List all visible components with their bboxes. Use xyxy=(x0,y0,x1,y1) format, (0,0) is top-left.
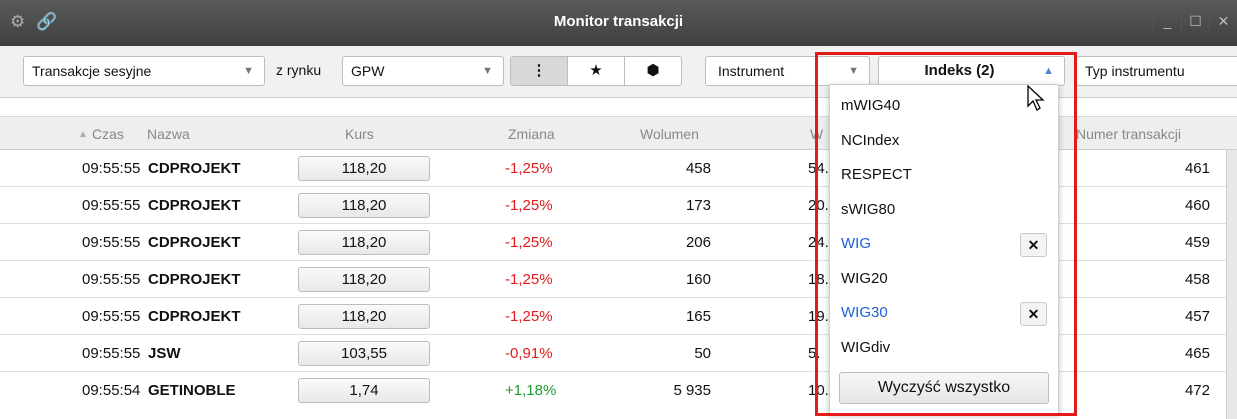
remove-icon[interactable]: ✕ xyxy=(1020,233,1047,257)
vertical-scrollbar[interactable] xyxy=(1226,150,1237,419)
price-button[interactable]: 118,20 xyxy=(298,230,430,255)
col-zmiana[interactable]: Zmiana xyxy=(508,126,555,142)
close-icon[interactable]: ✕ xyxy=(1209,8,1237,34)
maximize-icon[interactable]: ☐ xyxy=(1181,8,1209,34)
index-dropdown: mWIG40 NCIndex RESPECT sWIG80 WIG ✕ WIG2… xyxy=(829,84,1059,414)
window-title: Monitor transakcji xyxy=(553,13,684,30)
mouse-cursor-icon xyxy=(1027,85,1045,111)
price-button[interactable]: 103,55 xyxy=(298,341,430,366)
clear-all-button[interactable]: Wyczyść wszystko xyxy=(839,372,1049,404)
market-select[interactable]: GPW ▼ xyxy=(342,56,504,86)
star-icon[interactable]: ★ xyxy=(567,57,624,85)
price-button[interactable]: 118,20 xyxy=(298,156,430,181)
col-numer[interactable]: Numer transakcji xyxy=(1076,126,1181,142)
menu-dots-icon[interactable]: ⋮ xyxy=(511,57,567,85)
minimize-icon[interactable]: _ xyxy=(1153,8,1181,34)
chevron-down-icon: ▼ xyxy=(243,65,254,77)
index-option-selected[interactable]: WIG xyxy=(841,235,871,252)
window-controls: _ ☐ ✕ xyxy=(1153,8,1237,34)
index-filter[interactable]: Indeks (2) ▲ xyxy=(878,56,1065,86)
sort-asc-icon[interactable]: ▲ xyxy=(78,129,88,140)
chevron-down-icon: ▼ xyxy=(848,65,859,77)
col-kurs[interactable]: Kurs xyxy=(345,126,374,142)
market-label: z rynku xyxy=(276,62,322,78)
index-option[interactable]: WIGdiv xyxy=(841,339,890,356)
remove-icon[interactable]: ✕ xyxy=(1020,302,1047,326)
index-option[interactable]: RESPECT xyxy=(841,166,912,183)
type-filter[interactable]: Typ instrumentu xyxy=(1076,56,1237,86)
instrument-filter[interactable]: Instrument ▼ xyxy=(705,56,870,86)
index-option[interactable]: WIG20 xyxy=(841,270,888,287)
cubes-icon[interactable]: ⬢ xyxy=(624,57,681,85)
index-option[interactable]: mWIG40 xyxy=(841,97,900,114)
col-wartosc[interactable]: W xyxy=(810,126,823,142)
chevron-up-icon: ▲ xyxy=(1043,65,1054,77)
price-button[interactable]: 118,20 xyxy=(298,304,430,329)
col-wolumen[interactable]: Wolumen xyxy=(640,126,699,142)
session-select[interactable]: Transakcje sesyjne ▼ xyxy=(23,56,265,86)
title-bar: ⚙ 🔗 Monitor transakcji _ ☐ ✕ xyxy=(0,0,1237,46)
price-button[interactable]: 118,20 xyxy=(298,193,430,218)
price-button[interactable]: 1,74 xyxy=(298,378,430,403)
index-option-selected[interactable]: WIG30 xyxy=(841,304,888,321)
index-option[interactable]: sWIG80 xyxy=(841,201,895,218)
chevron-down-icon: ▼ xyxy=(482,65,493,77)
view-switch: ⋮ ★ ⬢ xyxy=(510,56,682,86)
col-nazwa[interactable]: Nazwa xyxy=(147,126,190,142)
index-option[interactable]: NCIndex xyxy=(841,132,899,149)
price-button[interactable]: 118,20 xyxy=(298,267,430,292)
col-czas[interactable]: Czas xyxy=(92,126,124,142)
